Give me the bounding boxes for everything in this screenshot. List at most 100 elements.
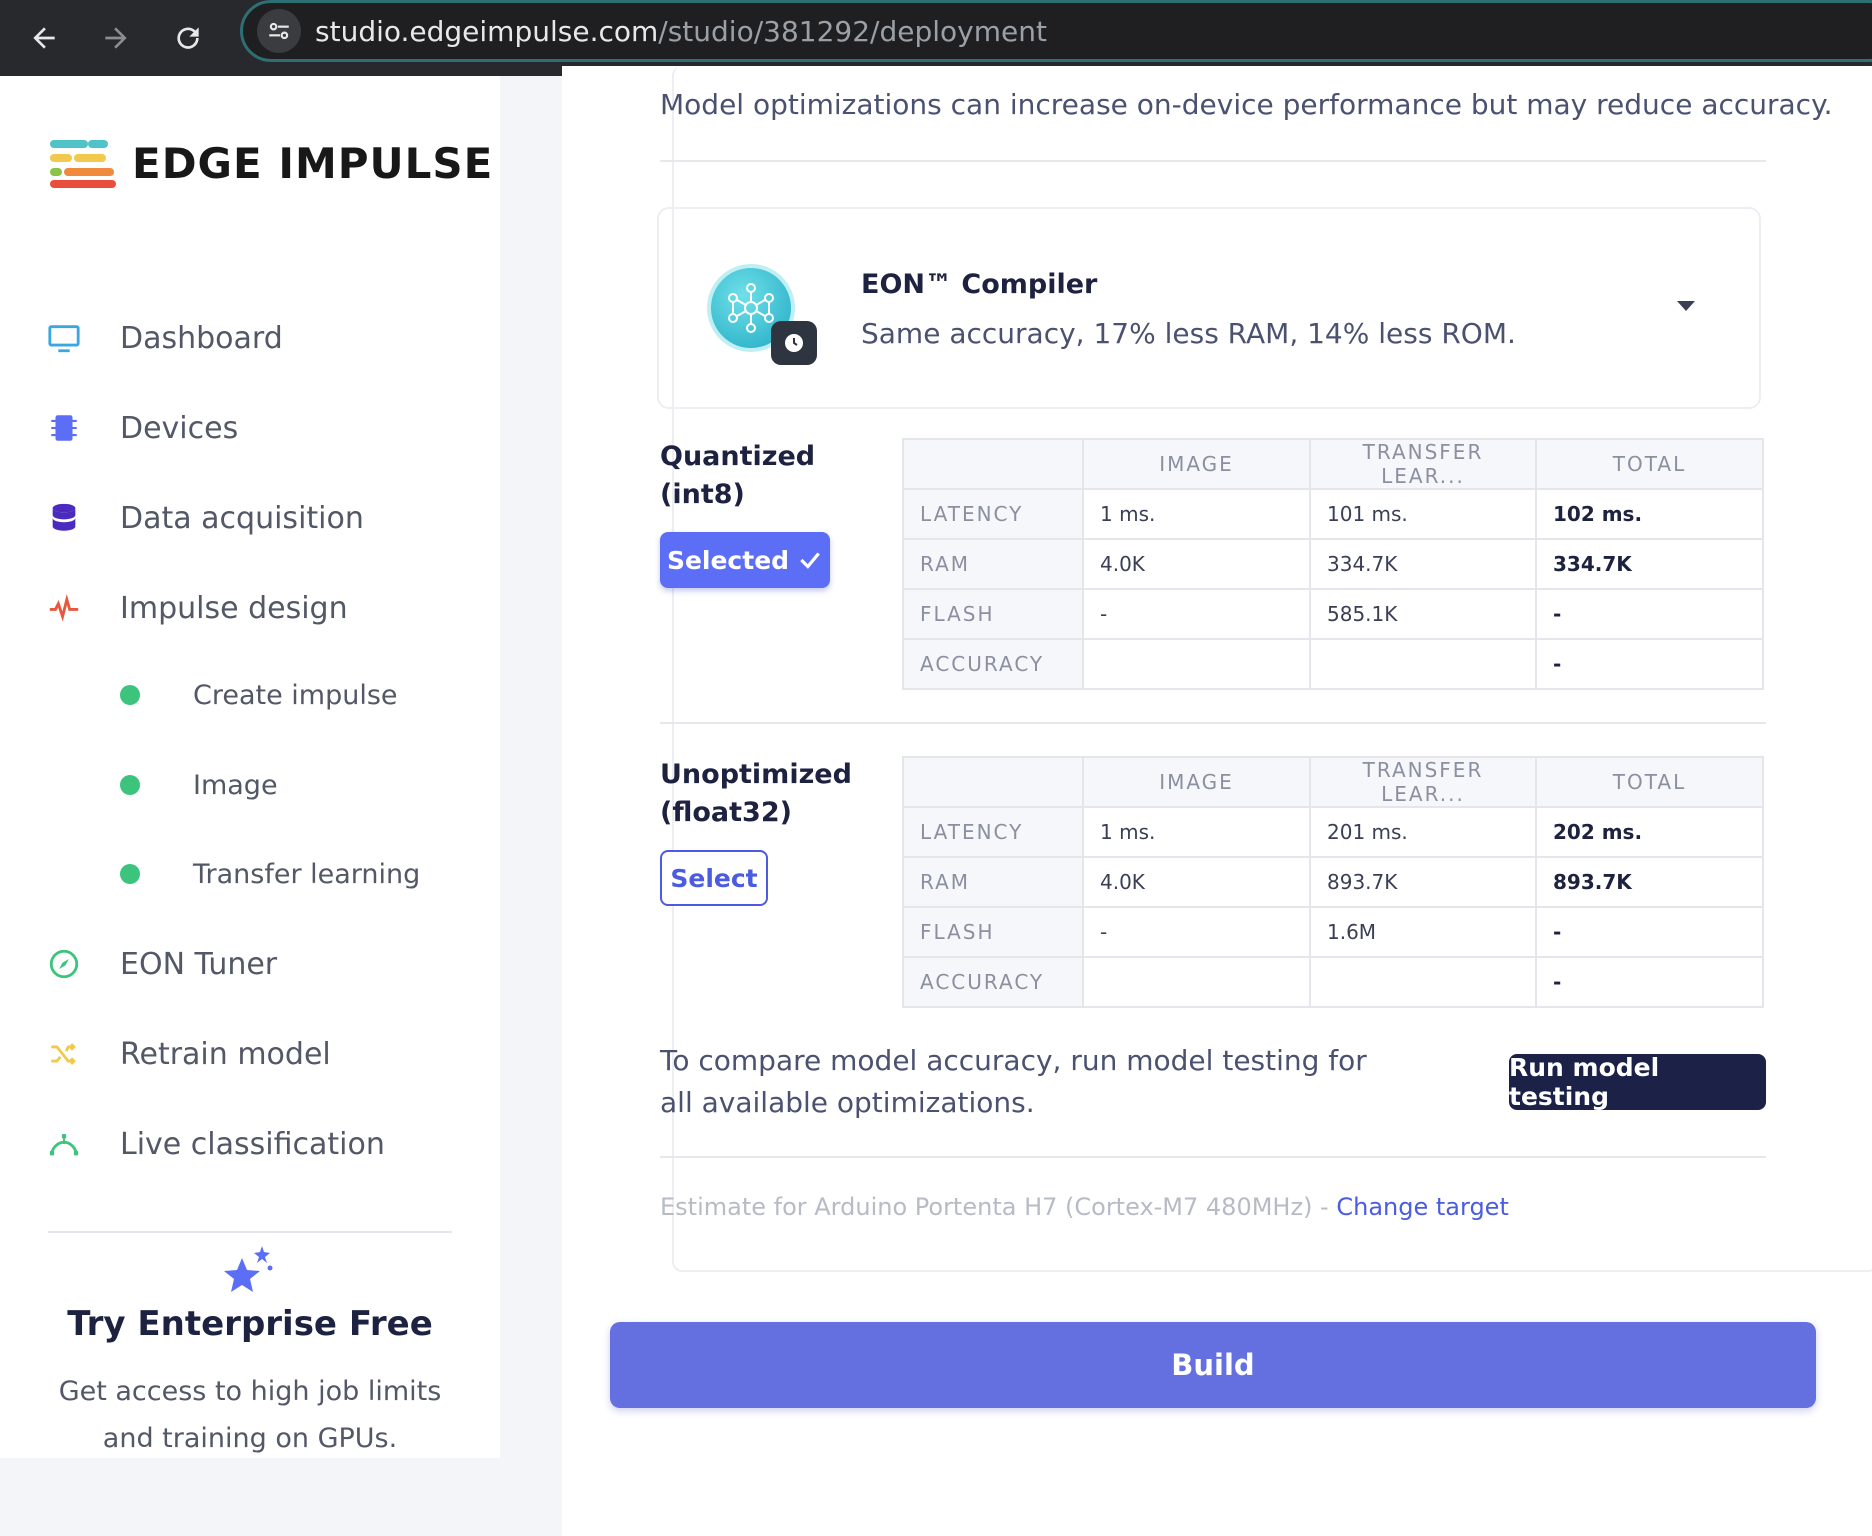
clock-icon (771, 321, 817, 365)
table-row: LATENCY 1 ms. 101 ms. 102 ms. (902, 488, 1764, 540)
forward-arrow-icon[interactable] (86, 8, 146, 68)
column-header (902, 756, 1084, 808)
table-cell-total: 102 ms. (1535, 488, 1764, 540)
quantized-label-line1: Quantized (660, 441, 816, 472)
build-button[interactable]: Build (610, 1322, 1816, 1408)
sidebar-item-label: Live classification (120, 1126, 385, 1162)
table-header-row: IMAGE TRANSFER LEAR... TOTAL (902, 438, 1764, 490)
stars-icon (222, 1246, 278, 1304)
table-row: RAM 4.0K 893.7K 893.7K (902, 856, 1764, 908)
row-header: LATENCY (902, 806, 1084, 858)
button-label: Select (670, 863, 758, 893)
chip-icon (44, 408, 84, 448)
table-cell: 201 ms. (1309, 806, 1537, 858)
url-path: /studio/381292/deployment (658, 15, 1047, 48)
row-header: LATENCY (902, 488, 1084, 540)
eon-compiler-selector[interactable]: EON™ Compiler Same accuracy, 17% less RA… (657, 207, 1761, 409)
table-row: RAM 4.0K 334.7K 334.7K (902, 538, 1764, 590)
table-cell: 4.0K (1082, 856, 1311, 908)
sidebar-subitem-label: Create impulse (193, 679, 398, 711)
quantized-selected-button[interactable]: Selected (660, 532, 830, 588)
table-cell: 1 ms. (1082, 488, 1311, 540)
table-row: ACCURACY - (902, 638, 1764, 690)
sidebar-item-label: Devices (120, 410, 239, 446)
table-cell: 4.0K (1082, 538, 1311, 590)
table-cell-total: - (1535, 638, 1764, 690)
column-header: IMAGE (1082, 438, 1311, 490)
column-header: TOTAL (1535, 438, 1764, 490)
eon-compiler-description: Same accuracy, 17% less RAM, 14% less RO… (861, 317, 1516, 350)
sidebar-item-data-acquisition[interactable]: Data acquisition (44, 488, 364, 548)
table-header-row: IMAGE TRANSFER LEAR... TOTAL (902, 756, 1764, 808)
address-bar[interactable]: studio.edgeimpulse.com/studio/381292/dep… (240, 0, 1872, 62)
sidebar-item-label: Retrain model (120, 1036, 331, 1072)
sidebar-item-retrain-model[interactable]: Retrain model (44, 1024, 331, 1084)
column-header: TRANSFER LEAR... (1309, 756, 1537, 808)
table-cell: - (1082, 588, 1311, 640)
reload-icon[interactable] (158, 8, 218, 68)
eon-compiler-title: EON™ Compiler (861, 269, 1098, 300)
back-arrow-icon[interactable] (14, 8, 74, 68)
table-row: ACCURACY - (902, 956, 1764, 1008)
column-header: IMAGE (1082, 756, 1311, 808)
divider (660, 1156, 1766, 1158)
edge-impulse-logo-icon (50, 140, 116, 188)
logo-text: EDGE IMPULSE (132, 138, 494, 188)
table-cell-total: 893.7K (1535, 856, 1764, 908)
table-cell-total: - (1535, 588, 1764, 640)
sidebar-item-label: Impulse design (120, 590, 348, 626)
row-header: RAM (902, 856, 1084, 908)
sidebar-item-label: EON Tuner (120, 946, 278, 982)
unoptimized-label-line1: Unoptimized (660, 759, 852, 790)
unoptimized-metrics-table: IMAGE TRANSFER LEAR... TOTAL LATENCY 1 m… (902, 756, 1764, 1008)
sidebar-item-impulse-design[interactable]: Impulse design (44, 578, 348, 638)
table-row: FLASH - 1.6M - (902, 906, 1764, 958)
estimate-text: Estimate for Arduino Portenta H7 (Cortex… (660, 1193, 1337, 1221)
database-icon (44, 498, 84, 538)
estimate-line: Estimate for Arduino Portenta H7 (Cortex… (660, 1193, 1509, 1221)
table-cell-total: - (1535, 906, 1764, 958)
row-header: FLASH (902, 906, 1084, 958)
row-header: ACCURACY (902, 956, 1084, 1008)
table-cell-total: 202 ms. (1535, 806, 1764, 858)
table-cell (1309, 956, 1537, 1008)
column-header: TRANSFER LEAR... (1309, 438, 1537, 490)
sidebar-subitem-image[interactable]: Image (120, 760, 278, 810)
site-info-icon[interactable] (257, 9, 301, 53)
table-cell: 334.7K (1309, 538, 1537, 590)
sidebar-item-label: Data acquisition (120, 500, 364, 536)
unoptimized-label: Unoptimized (float32) (660, 756, 852, 832)
run-model-testing-button[interactable]: Run model testing (1509, 1053, 1766, 1111)
quantized-label-line2: (int8) (660, 479, 745, 510)
change-target-link[interactable]: Change target (1336, 1193, 1509, 1221)
status-dot (120, 864, 140, 884)
button-label: Selected (666, 545, 790, 575)
browser-toolbar: studio.edgeimpulse.com/studio/381292/dep… (0, 0, 1872, 76)
sidebar-item-live-classification[interactable]: Live classification (44, 1114, 385, 1174)
sidebar-subitem-create-impulse[interactable]: Create impulse (120, 670, 398, 720)
divider (660, 722, 1766, 724)
sidebar-item-devices[interactable]: Devices (44, 398, 238, 458)
table-cell (1309, 638, 1537, 690)
column-header: TOTAL (1535, 756, 1764, 808)
button-label: Run model testing (1509, 1053, 1660, 1111)
sidebar-subitem-label: Image (193, 769, 278, 801)
chevron-down-icon[interactable] (1677, 301, 1695, 311)
compare-accuracy-text: To compare model accuracy, run model tes… (660, 1044, 1367, 1119)
table-cell (1082, 638, 1311, 690)
url-host: studio.edgeimpulse.com (315, 15, 659, 48)
sidebar-item-label: Dashboard (120, 320, 283, 356)
table-cell: 1 ms. (1082, 806, 1311, 858)
unoptimized-select-button[interactable]: Select (660, 850, 768, 906)
divider (660, 160, 1766, 162)
enterprise-text: Get access to high job limits and traini… (58, 1376, 442, 1454)
enterprise-title: Try Enterprise Free (67, 1304, 433, 1344)
sidebar-item-eon-tuner[interactable]: EON Tuner (44, 934, 277, 994)
logo[interactable]: EDGE IMPULSE (50, 138, 493, 188)
sidebar-item-dashboard[interactable]: Dashboard (44, 308, 283, 368)
sidebar: EDGE IMPULSE Dashboard Devices Data acqu… (0, 76, 500, 1458)
button-label: Build (1171, 1348, 1255, 1382)
row-header: ACCURACY (902, 638, 1084, 690)
table-cell (1082, 956, 1311, 1008)
sidebar-subitem-transfer-learning[interactable]: Transfer learning (120, 849, 420, 899)
